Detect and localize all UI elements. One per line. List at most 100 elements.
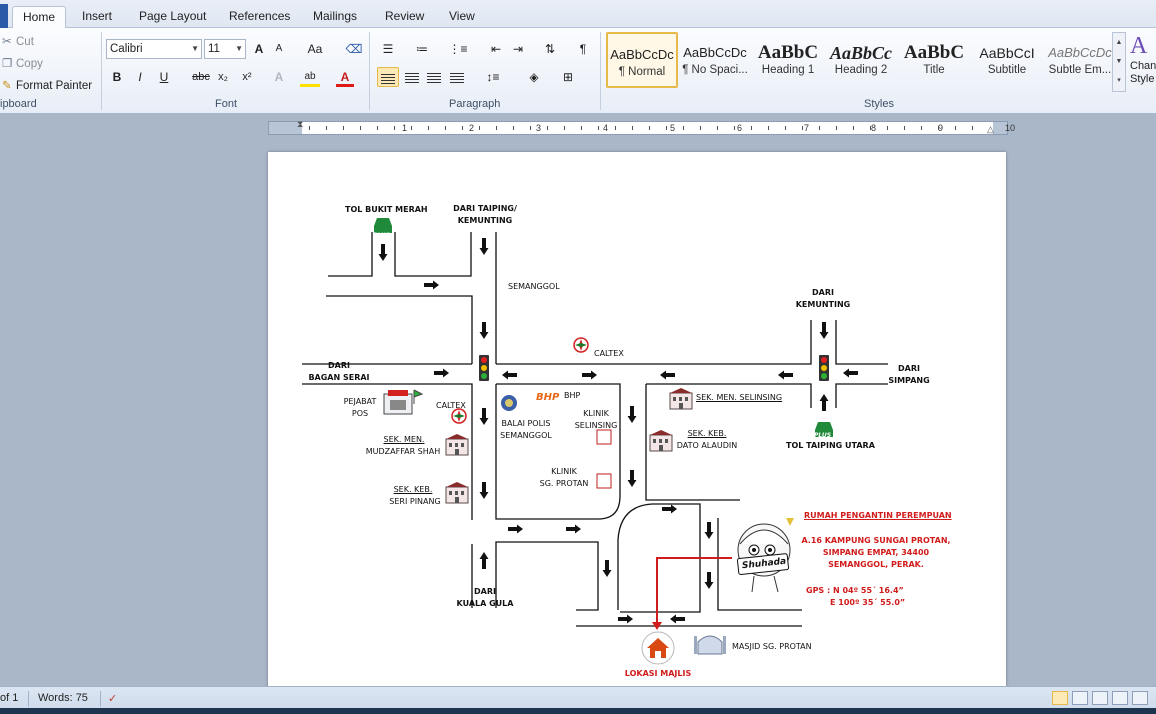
sort-icon[interactable]: ⇅	[540, 39, 560, 59]
align-right-icon[interactable]	[424, 67, 444, 87]
ruler-number: 2	[469, 123, 475, 133]
outline-icon[interactable]	[1112, 691, 1128, 705]
shading-icon[interactable]: ◈	[522, 67, 546, 87]
subscript-button[interactable]: x₂	[214, 67, 232, 87]
superscript-button[interactable]: x²	[238, 67, 256, 87]
numbering-icon[interactable]: ≔	[412, 39, 432, 59]
page-count[interactable]: of 1	[0, 692, 18, 704]
decrease-indent-icon[interactable]: ⇤	[486, 39, 506, 59]
change-styles-label: Chan Style	[1130, 60, 1156, 85]
italic-button[interactable]: I	[131, 67, 149, 87]
map-label: DARI	[898, 364, 920, 373]
ruler-tick	[394, 126, 395, 130]
underline-button[interactable]: U	[155, 67, 173, 87]
horizontal-ruler[interactable]: ⧗ △ 1 2 3 4 5 6 7 8 9 10	[268, 119, 1015, 135]
copy-icon: ❐	[2, 58, 13, 70]
ruler-number: 7	[804, 123, 810, 133]
ruler-tick	[564, 126, 565, 130]
traffic-light-icon	[819, 355, 829, 381]
draft-icon[interactable]	[1132, 691, 1148, 705]
bhp-logo: BHP	[536, 392, 560, 403]
map-label: KEMUNTING	[457, 216, 513, 225]
style-preview: AaBbCcDc	[1048, 45, 1112, 60]
ruler-tick	[836, 126, 837, 130]
full-screen-icon[interactable]	[1072, 691, 1088, 705]
chevron-down-icon: ▼	[235, 44, 243, 53]
document-page[interactable]: BHP TOL BUKIT MERAH DARI TAIPING/ KEMUNT…	[268, 152, 1006, 688]
increase-indent-icon[interactable]: ⇥	[508, 39, 528, 59]
line-spacing-icon[interactable]: ↕≡	[480, 67, 506, 87]
school-icon	[649, 429, 673, 452]
multilevel-list-icon[interactable]: ⋮≡	[446, 39, 470, 59]
word-count[interactable]: Words: 75	[38, 692, 88, 704]
style-no-spacing[interactable]: AaBbCcDc ¶ No Spaci...	[679, 32, 751, 88]
tab-page-layout[interactable]: Page Layout	[129, 6, 216, 28]
bold-button[interactable]: B	[108, 67, 126, 87]
ruler-tick	[972, 126, 973, 130]
font-color-button[interactable]: A	[336, 67, 354, 87]
tab-home[interactable]: Home	[12, 6, 67, 29]
indent-marker-icon[interactable]: ⧗	[297, 119, 303, 130]
tab-review[interactable]: Review	[375, 6, 434, 28]
grow-font-button[interactable]: A	[250, 39, 268, 59]
ribbon-tab-bar: Home Insert Page Layout References Maili…	[0, 0, 1156, 29]
web-layout-icon[interactable]	[1092, 691, 1108, 705]
shrink-font-button[interactable]: A	[270, 39, 288, 59]
map-label: POS	[351, 409, 369, 418]
map-label: DATO ALAUDIN	[676, 441, 738, 450]
mosque-icon	[694, 635, 726, 655]
align-center-icon[interactable]	[402, 67, 422, 87]
bullets-icon[interactable]: ☰	[378, 39, 398, 59]
ruler-tick	[938, 126, 939, 130]
borders-icon[interactable]: ⊞	[556, 67, 580, 87]
change-styles-button[interactable]: A Chan Style	[1130, 32, 1156, 86]
style-heading-2[interactable]: AaBbCc Heading 2	[825, 32, 897, 88]
style-heading-1[interactable]: AaBbC Heading 1	[752, 32, 824, 88]
style-title[interactable]: AaBbC Title	[898, 32, 970, 88]
change-case-button[interactable]: Aa	[302, 39, 328, 59]
police-icon	[501, 395, 517, 411]
cut-button[interactable]: ✂ Cut	[2, 34, 34, 48]
tab-view[interactable]: View	[439, 6, 485, 28]
clinic-cross-icon	[596, 429, 612, 445]
chevron-up-icon: ▲	[1115, 39, 1123, 46]
ruler-number: 8	[871, 123, 877, 133]
style-preview: AaBbCcDc	[683, 45, 747, 60]
format-painter-button[interactable]: ✎ Format Painter	[2, 78, 92, 92]
font-name-combo[interactable]: Calibri ▼	[106, 39, 202, 59]
style-preview: AaBbC	[757, 42, 819, 63]
font-size-combo[interactable]: 11 ▼	[204, 39, 246, 59]
styles-scroll[interactable]: ▲ ▼ ▾	[1112, 32, 1126, 92]
ruler-tick	[479, 126, 480, 130]
show-formatting-button[interactable]: ¶	[574, 39, 592, 59]
proofing-icon[interactable]: ✓	[108, 692, 117, 705]
ruler-tick	[666, 126, 667, 130]
map-label: BHP	[564, 391, 581, 400]
copy-button[interactable]: ❐ Copy	[2, 56, 43, 70]
strikethrough-button[interactable]: abc	[190, 67, 212, 87]
style-subtitle[interactable]: AaBbCcI Subtitle	[971, 32, 1043, 88]
right-indent-icon[interactable]: △	[987, 124, 994, 135]
gps-coordinates: GPS : N 04º 55´ 16.4”	[806, 586, 904, 595]
justify-icon[interactable]	[447, 67, 467, 87]
address-line: A.16 KAMPUNG SUNGAI PROTAN,	[801, 536, 951, 545]
styles-group-label: Styles	[864, 98, 894, 110]
print-layout-icon[interactable]	[1052, 691, 1068, 705]
tab-insert[interactable]: Insert	[72, 6, 122, 28]
align-left-icon[interactable]	[377, 67, 399, 87]
style-normal[interactable]: AaBbCcDc ¶ Normal	[606, 32, 678, 88]
style-subtle-emphasis[interactable]: AaBbCcDc Subtle Em...	[1044, 32, 1116, 88]
highlight-icon[interactable]: ab	[300, 67, 320, 87]
file-tab[interactable]	[0, 4, 8, 28]
tab-mailings[interactable]: Mailings	[303, 6, 367, 28]
font-size-value: 11	[208, 43, 220, 55]
style-name: Subtitle	[987, 64, 1027, 76]
map-label: SEK. MEN. SELINSING	[696, 393, 783, 402]
clear-formatting-icon[interactable]: ⌫	[344, 39, 364, 59]
ruler-tick	[326, 126, 327, 130]
font-group-label: Font	[215, 98, 238, 110]
ruler-tick	[598, 126, 599, 130]
text-effects-icon[interactable]: A	[270, 67, 288, 87]
gps-coordinates: E 100º 35´ 55.0”	[830, 598, 906, 607]
tab-references[interactable]: References	[219, 6, 300, 28]
